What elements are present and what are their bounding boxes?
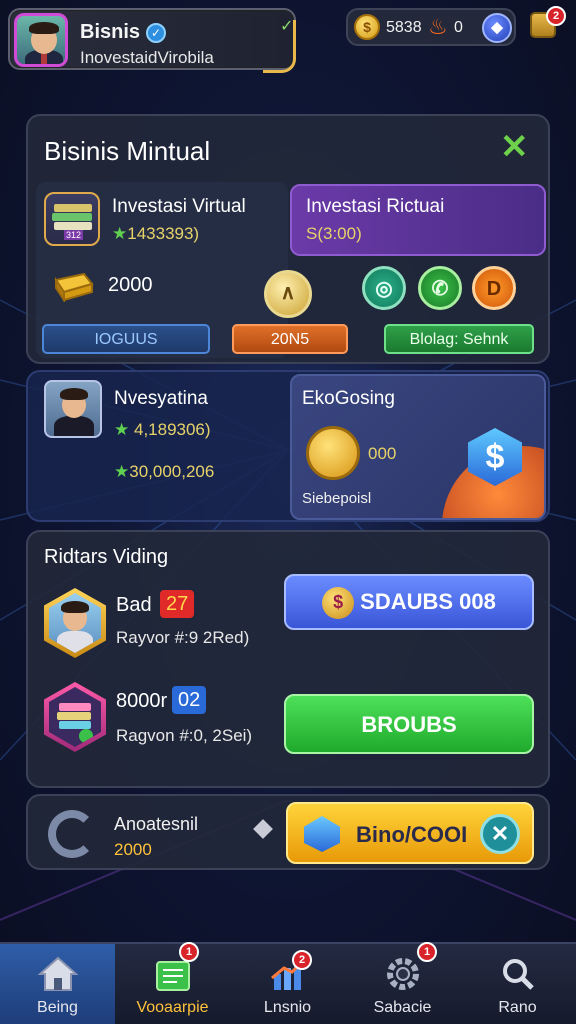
stack-label: 312 — [64, 230, 84, 240]
nav-label: Being — [37, 999, 78, 1016]
bottom-nav: Being 1 Vooaarpie 2 Lnsnio 1 Sabacie Ran… — [0, 942, 576, 1024]
nav-item-ledger[interactable]: 1 Vooaarpie — [115, 942, 230, 1024]
home-icon — [38, 956, 78, 991]
nav-item-search[interactable]: Rano — [460, 944, 576, 1024]
nav-notification-badge: 2 — [292, 950, 312, 970]
coin-icon — [306, 426, 360, 480]
investment-card-title: Investasi Virtual — [112, 196, 246, 217]
eko-card[interactable]: EkoGosing 000 $ Siebepoisl — [290, 374, 546, 520]
eko-coin-value: 000 — [368, 444, 397, 463]
close-icon[interactable]: ✕ — [480, 814, 520, 854]
fire-icon: ♨ — [428, 14, 448, 39]
profile-subtitle: InovestaidVirobila — [80, 48, 214, 67]
book-stack-avatar[interactable] — [44, 682, 106, 752]
panel-title: Bisinis Mintual — [44, 136, 211, 166]
investment-card-stat: ★1433393) — [112, 224, 200, 243]
nav-label: Sabacie — [373, 999, 432, 1016]
eko-card-title: EkoGosing — [302, 388, 395, 409]
nav-item-settings[interactable]: 1 Sabacie — [345, 942, 460, 1024]
nav-label: Lnsnio — [263, 999, 312, 1016]
investment-card-title: Investasi Rictuai — [306, 196, 445, 217]
cube-icon — [304, 816, 340, 852]
bid-button[interactable]: $ SDAUBS 008 — [284, 574, 534, 630]
coin-value: 5838 — [386, 19, 422, 36]
claim-button[interactable]: Bino/COOI ✕ — [286, 802, 534, 864]
nav-label: Rano — [498, 999, 537, 1016]
bidding-title: Ridtars Viding — [44, 546, 169, 568]
nav-label: Vooaarpie — [136, 999, 209, 1016]
investment-card-rictuai[interactable]: Investasi Rictuai S(3:00) — [290, 184, 546, 256]
bonus-tag-button[interactable]: IOGUUS — [42, 324, 210, 354]
bidder-detail: Ragvon #:0, 2Sei) — [116, 726, 253, 745]
money-stack-icon: 312 — [44, 192, 100, 246]
bidder-name: Bad — [116, 594, 152, 616]
green-tag-button[interactable]: Blolag: Sehnk — [384, 324, 534, 354]
player-name: Nvesyatina — [114, 388, 208, 409]
bidder-badge: 02 — [172, 686, 207, 714]
investment-card-value: S(3:00) — [306, 224, 362, 243]
target-icon[interactable]: ◎ — [362, 266, 406, 310]
close-icon[interactable]: ✕ — [500, 130, 529, 164]
gold-bar-icon — [54, 272, 94, 302]
gear-icon — [387, 958, 419, 990]
claim-button-label: Bino/COOI — [356, 822, 468, 847]
player-row-panel: Nvesyatina ★ 4,189306) ★30,000,206 EkoGo… — [26, 370, 550, 522]
bidder-badge: 27 — [160, 590, 195, 618]
currency-bar[interactable]: $ 5838 ♨ 0 ◆ — [346, 8, 516, 46]
footer-panel: Anoatesnil 2000 Bino/COOI ✕ — [26, 794, 550, 870]
search-icon — [503, 959, 534, 990]
gold-value: 2000 — [108, 274, 153, 296]
bag-notification-badge: 2 — [546, 6, 566, 26]
refresh-icon[interactable] — [48, 810, 96, 858]
bidder-detail: Rayvor #:9 2Red) — [116, 628, 250, 647]
profile-card[interactable]: Bisnis ✓ InovestaidVirobila ✓ — [8, 8, 296, 73]
bonus-button[interactable]: BROUBS — [284, 694, 534, 754]
nav-notification-badge: 1 — [179, 942, 199, 962]
orange-tag-button[interactable]: 20N5 — [232, 324, 348, 354]
player-stat-1: ★ 4,189306) — [114, 420, 211, 439]
player-avatar[interactable] — [44, 380, 102, 438]
nav-notification-badge: 1 — [417, 942, 437, 962]
footer-value: 2000 — [114, 840, 152, 859]
phone-icon[interactable]: ✆ — [418, 266, 462, 310]
avatar[interactable] — [14, 13, 68, 67]
eko-card-footer: Siebepoisl — [302, 490, 372, 507]
nav-item-home[interactable]: Being — [0, 944, 115, 1024]
player-stat-2: ★30,000,206 — [114, 462, 215, 481]
nav-item-chart[interactable]: 2 Lnsnio — [230, 944, 345, 1024]
dollar-coin-icon: $ — [322, 587, 355, 620]
gem-icon[interactable]: ◆ — [482, 13, 512, 43]
footer-label: Anoatesnil — [114, 814, 199, 834]
profile-name: Bisnis — [80, 21, 141, 43]
checkmark-icon: ✓ — [280, 18, 294, 35]
fire-value: 0 — [454, 19, 463, 36]
d-coin-icon[interactable]: D — [472, 266, 516, 310]
coin-icon: $ — [354, 14, 380, 40]
business-panel: Bisinis Mintual ✕ 312 Investasi Virtual … — [26, 114, 550, 364]
bidder-name: 8000r — [116, 690, 168, 712]
coin-button[interactable]: ∧ — [264, 270, 312, 318]
bidding-panel: Ridtars Viding Bad 27 Rayvor #:9 2Red) $… — [26, 530, 550, 788]
top-bar: Bisnis ✓ InovestaidVirobila ✓ $ 5838 ♨ 0… — [0, 0, 576, 80]
diamond-icon — [253, 819, 273, 839]
bidder-avatar[interactable] — [44, 588, 106, 658]
verified-icon: ✓ — [146, 23, 166, 43]
